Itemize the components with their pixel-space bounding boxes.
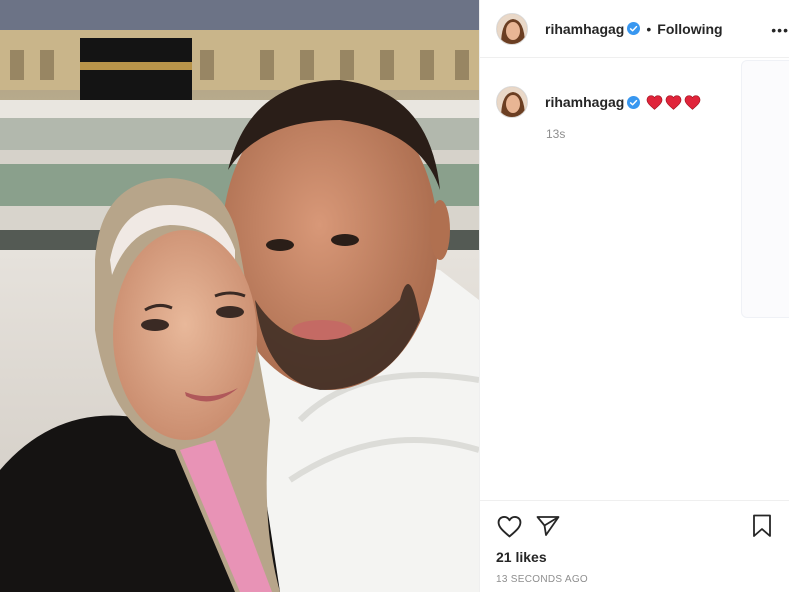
avatar-image (497, 13, 527, 44)
post-details-panel: rihamhagag • Following ••• rihamhagag 13… (479, 0, 789, 592)
caption-time[interactable]: 13s (546, 127, 789, 141)
red-heart-icon (647, 94, 663, 110)
post-timestamp[interactable]: 13 SECONDS AGO (496, 574, 773, 585)
post-image (0, 0, 479, 592)
red-heart-icon (666, 94, 682, 110)
caption-username[interactable]: rihamhagag (545, 94, 624, 110)
post-header: rihamhagag • Following ••• (480, 0, 789, 58)
more-options-icon[interactable]: ••• (771, 22, 789, 38)
following-button[interactable]: Following (657, 21, 722, 37)
likes-count[interactable]: 21 likes (496, 549, 773, 565)
separator-dot: • (646, 20, 652, 37)
paper-plane-icon[interactable] (535, 513, 561, 539)
verified-badge-icon (627, 95, 641, 109)
post-photo[interactable] (0, 0, 479, 592)
verified-badge-icon (627, 22, 641, 35)
heart-outline-icon[interactable] (496, 513, 522, 539)
action-bar: 21 likes 13 SECONDS AGO (480, 500, 789, 585)
bookmark-icon[interactable] (749, 513, 775, 539)
caption-avatar[interactable] (496, 86, 528, 118)
red-heart-icon (685, 94, 701, 110)
header-username[interactable]: rihamhagag (545, 21, 624, 37)
caption-text (646, 94, 701, 110)
avatar[interactable] (496, 12, 528, 45)
caption: rihamhagag 13s (496, 86, 789, 141)
caption-avatar-image (497, 87, 527, 117)
